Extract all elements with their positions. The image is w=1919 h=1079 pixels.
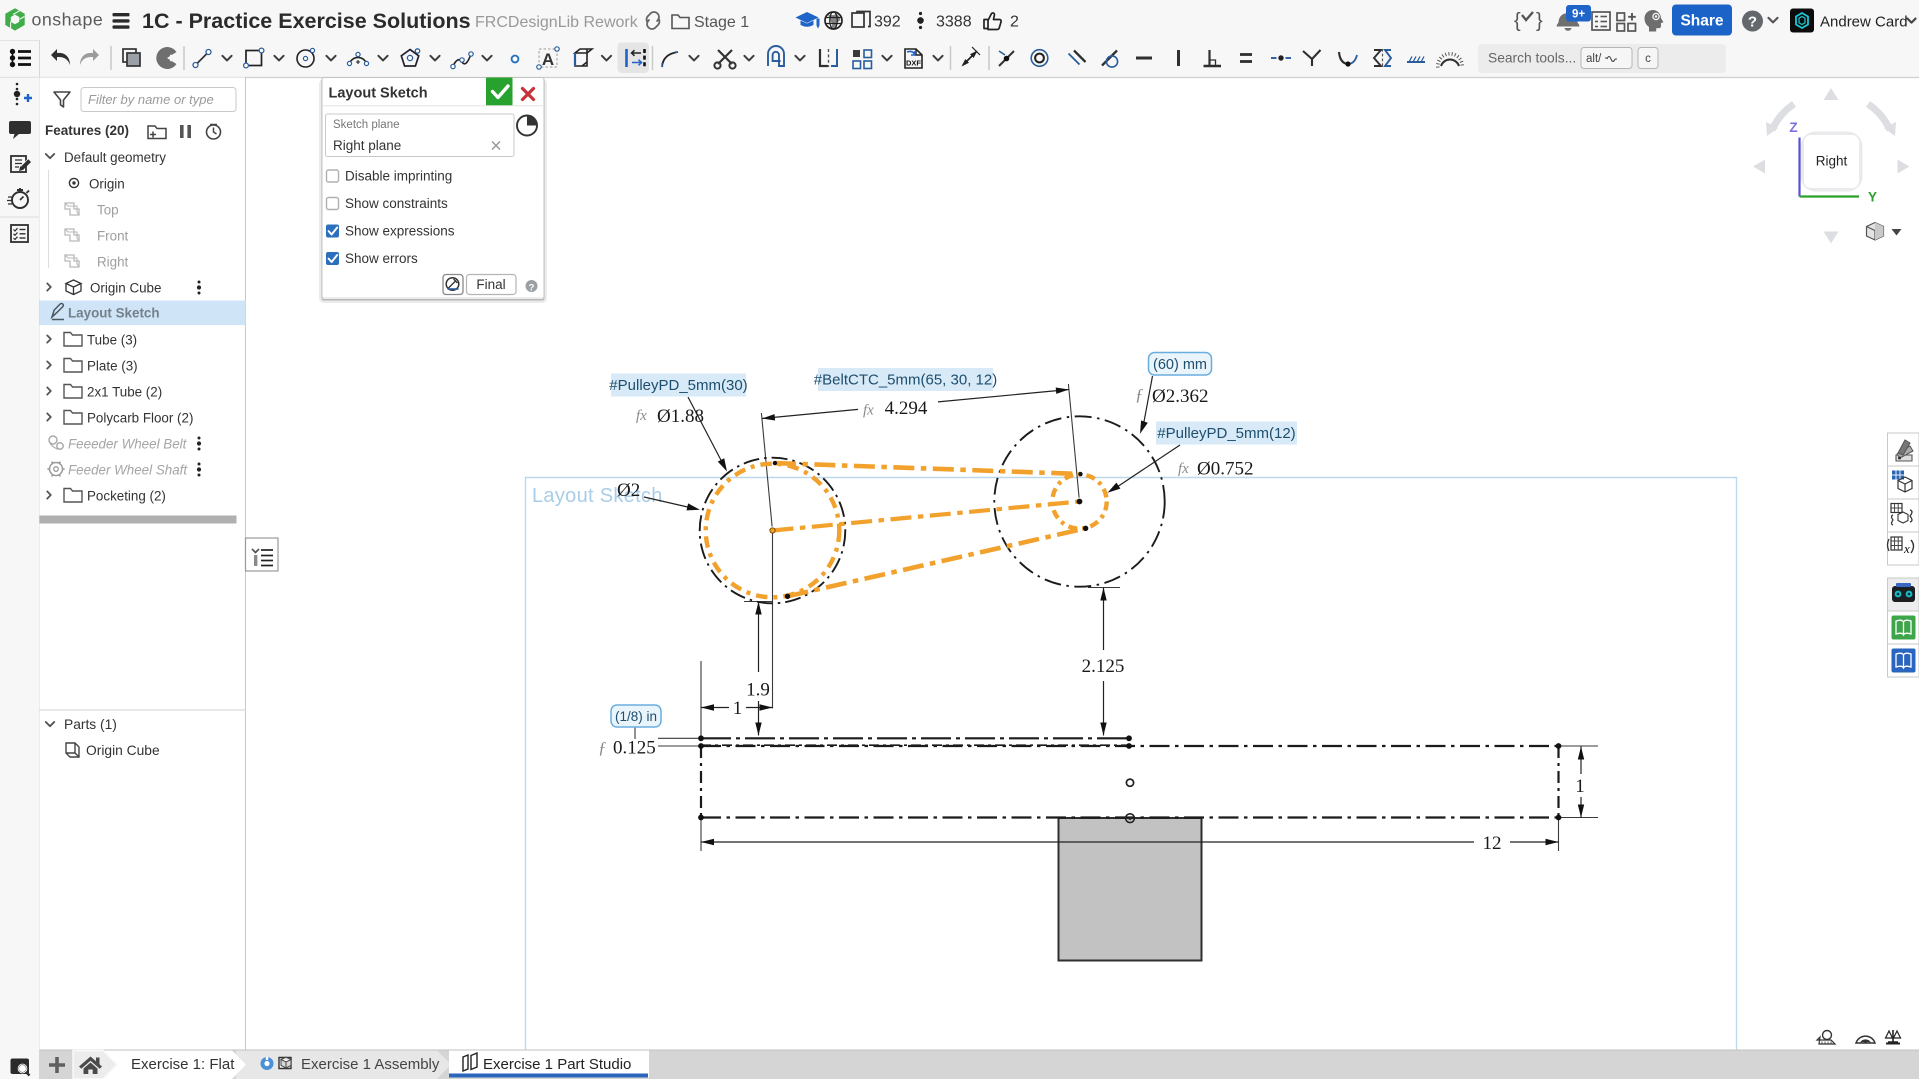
svg-text:c: c: [1645, 53, 1651, 65]
svg-text:Front: Front: [97, 228, 129, 243]
svg-text:12: 12: [1483, 833, 1502, 854]
svg-text:1.9: 1.9: [746, 680, 770, 701]
svg-text:x: x: [1903, 541, 1910, 556]
svg-text:DXF: DXF: [906, 59, 921, 68]
svg-text:fx: fx: [1178, 461, 1189, 477]
svg-text:Origin: Origin: [89, 176, 125, 191]
svg-text:fx: fx: [636, 408, 647, 424]
svg-text:Filter by name or type: Filter by name or type: [88, 92, 214, 107]
svg-text:Share: Share: [1680, 13, 1723, 30]
svg-text:Right: Right: [1816, 154, 1848, 169]
svg-text:Exercise 1 Assembly: Exercise 1 Assembly: [301, 1056, 440, 1073]
svg-text:2: 2: [1010, 14, 1019, 31]
svg-text:Origin Cube: Origin Cube: [86, 743, 160, 758]
svg-text:Pocketing (2): Pocketing (2): [87, 488, 166, 503]
svg-text:Search tools...: Search tools...: [1488, 51, 1576, 66]
svg-text:Show expressions: Show expressions: [345, 224, 455, 239]
svg-text:#PulleyPD_5mm(30): #PulleyPD_5mm(30): [609, 377, 747, 394]
svg-text:fx: fx: [863, 403, 874, 419]
svg-text:Right plane: Right plane: [333, 138, 401, 153]
svg-text:Layout Sketch: Layout Sketch: [68, 306, 160, 321]
svg-text:?: ?: [529, 282, 535, 293]
svg-text:onshape: onshape: [32, 10, 104, 30]
svg-text:3388: 3388: [936, 14, 972, 31]
svg-text:Layout Sketch: Layout Sketch: [329, 86, 428, 102]
svg-text:alt/: alt/: [1586, 53, 1602, 65]
svg-text:Show errors: Show errors: [345, 251, 418, 266]
svg-text:9+: 9+: [1572, 8, 1585, 20]
svg-text:(1/8) in: (1/8) in: [615, 709, 657, 724]
svg-text:Stage 1: Stage 1: [694, 14, 749, 31]
svg-text:}: }: [1536, 10, 1543, 32]
svg-text:Y: Y: [1868, 190, 1877, 205]
svg-text:Feeeder Wheel Belt: Feeeder Wheel Belt: [68, 436, 188, 451]
svg-text:1: 1: [1575, 776, 1585, 797]
svg-text:ƒ: ƒ: [1135, 385, 1144, 404]
svg-text:Plate (3): Plate (3): [87, 358, 138, 373]
svg-text:Ø2: Ø2: [617, 480, 640, 501]
svg-text:Disable imprinting: Disable imprinting: [345, 169, 452, 184]
svg-text:Default geometry: Default geometry: [64, 150, 166, 165]
svg-text:?: ?: [1748, 14, 1757, 31]
svg-text:Andrew Card: Andrew Card: [1820, 14, 1908, 31]
svg-text:Ø2.362: Ø2.362: [1152, 386, 1208, 407]
svg-text:(60) mm: (60) mm: [1153, 357, 1207, 373]
svg-text:Sketch plane: Sketch plane: [333, 119, 400, 131]
svg-text:FRCDesignLib Rework: FRCDesignLib Rework: [475, 14, 639, 31]
svg-text:Ø0.752: Ø0.752: [1197, 459, 1253, 480]
svg-text:#BeltCTC_5mm(65, 30, 12): #BeltCTC_5mm(65, 30, 12): [814, 372, 997, 389]
svg-text:{: {: [1514, 10, 1521, 32]
svg-text:Tube (3): Tube (3): [87, 332, 137, 347]
svg-text:Top: Top: [97, 202, 119, 217]
svg-text:Z: Z: [1789, 120, 1797, 135]
svg-text:Ø1.88: Ø1.88: [657, 406, 704, 427]
svg-text:2x1 Tube (2): 2x1 Tube (2): [87, 384, 162, 399]
svg-text:Exercise 1 Part Studio: Exercise 1 Part Studio: [483, 1056, 631, 1073]
svg-text:392: 392: [874, 14, 901, 31]
svg-text:Parts (1): Parts (1): [64, 717, 117, 732]
svg-text:ƒ: ƒ: [598, 738, 607, 757]
svg-text:Features (20): Features (20): [45, 123, 129, 138]
svg-text:1: 1: [733, 698, 743, 719]
svg-text:Layout Sketch: Layout Sketch: [532, 485, 663, 507]
svg-text:Show constraints: Show constraints: [345, 196, 448, 211]
svg-text:Polycarb Floor (2): Polycarb Floor (2): [87, 410, 193, 425]
svg-text:Right: Right: [97, 254, 129, 269]
svg-text:A: A: [542, 50, 554, 69]
svg-text:2.125: 2.125: [1082, 656, 1125, 677]
svg-text:Origin Cube: Origin Cube: [90, 280, 161, 295]
svg-text:0.125: 0.125: [613, 738, 656, 759]
svg-text:Final: Final: [476, 277, 505, 292]
svg-text:4.294: 4.294: [885, 398, 928, 419]
svg-text:Feeder Wheel Shaft: Feeder Wheel Shaft: [68, 462, 188, 477]
svg-text:Exercise 1: Flat: Exercise 1: Flat: [131, 1056, 235, 1073]
svg-text:#PulleyPD_5mm(12): #PulleyPD_5mm(12): [1157, 425, 1295, 442]
svg-text:1C - Practice Exercise Solutio: 1C - Practice Exercise Solutions: [142, 9, 471, 33]
